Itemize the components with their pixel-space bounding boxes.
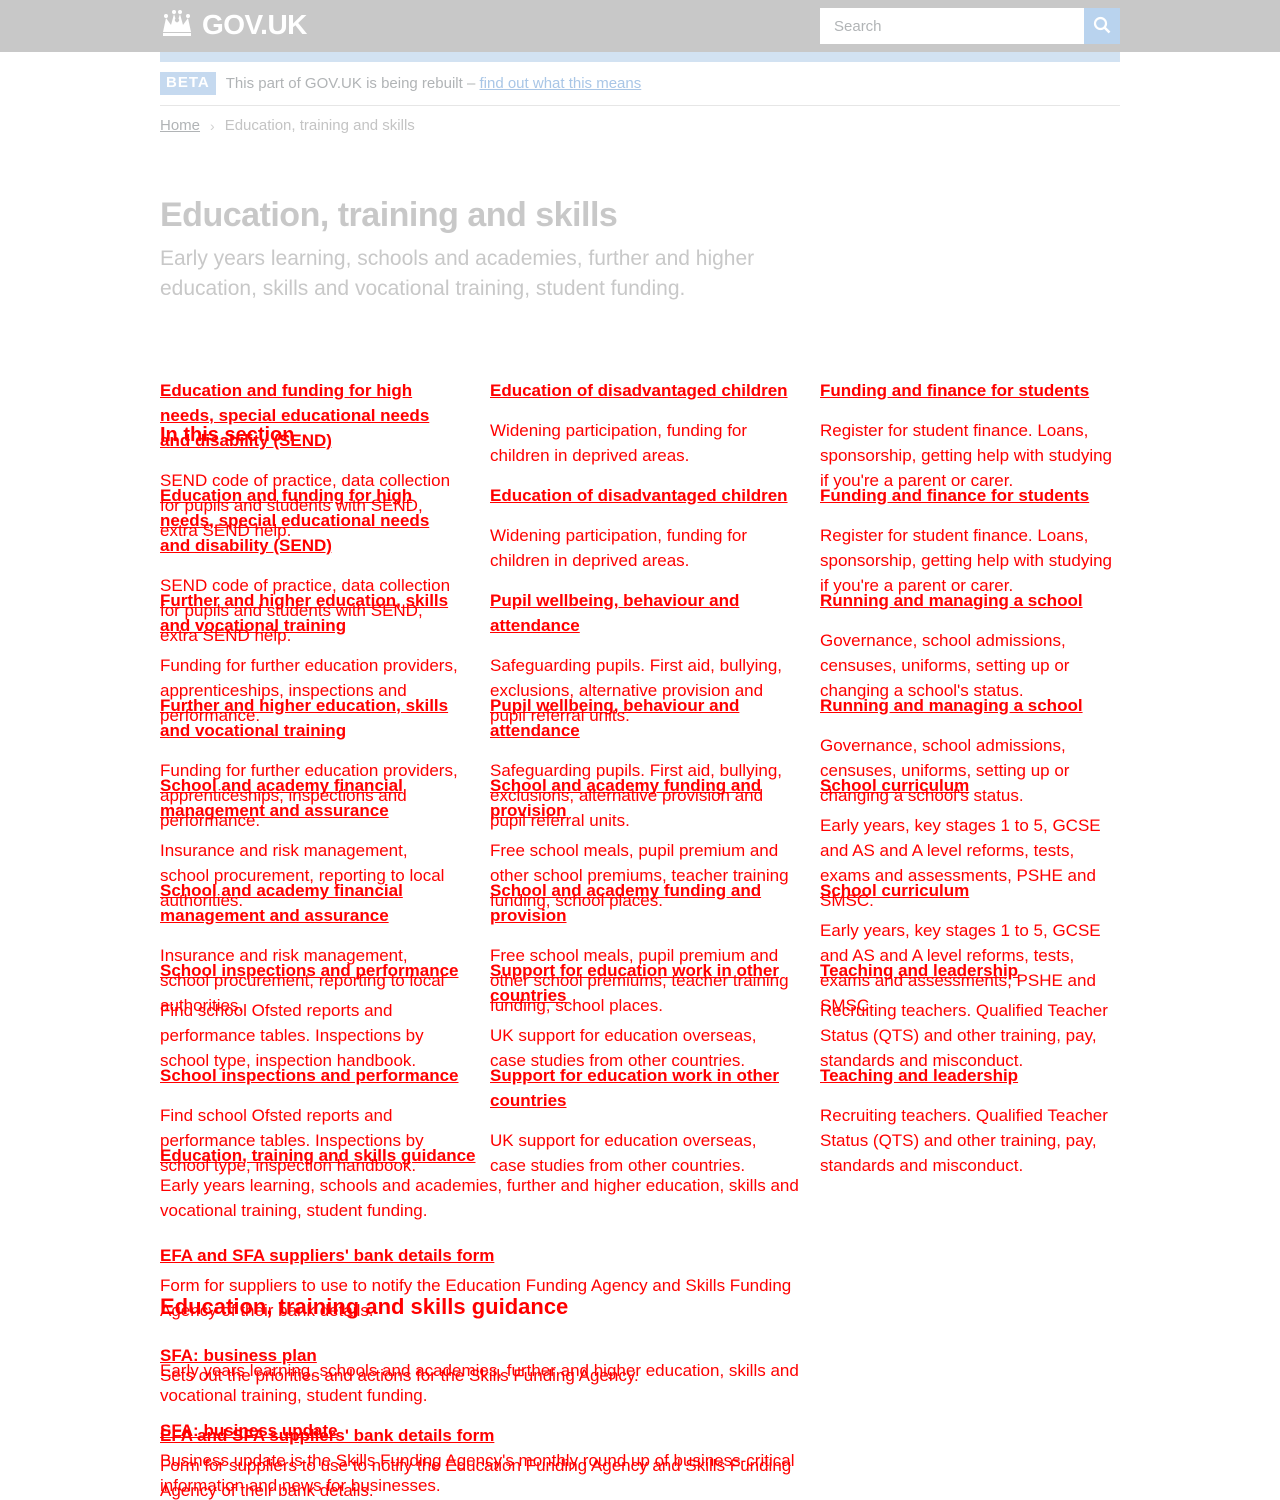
in-this-section-heading: In this section [160, 424, 295, 446]
topic-card: Education of disadvantaged children Wide… [490, 378, 790, 468]
guidance-item: Education, training and skills guidance … [160, 1143, 800, 1223]
search-form [820, 8, 1120, 44]
topic-card: Funding and finance for students Registe… [820, 483, 1120, 598]
topic-description: Governance, school admissions, censuses,… [820, 631, 1070, 700]
topic-link[interactable]: Pupil wellbeing, behaviour and attendanc… [490, 693, 790, 743]
beta-message: This part of GOV.UK is being rebuilt – f… [226, 72, 642, 96]
topic-link[interactable]: School and academy financial management … [160, 878, 460, 928]
guidance-heading: Education, training and skills guidance [160, 1294, 569, 1319]
topic-link[interactable]: Further and higher education, skills and… [160, 588, 460, 638]
topic-link[interactable]: School inspections and performance [160, 958, 460, 983]
topic-link[interactable]: Pupil wellbeing, behaviour and attendanc… [490, 588, 790, 638]
beta-info-link[interactable]: find out what this means [479, 75, 641, 92]
topic-link[interactable]: School and academy funding and provision [490, 773, 790, 823]
breadcrumb-home-link[interactable]: Home [160, 117, 200, 134]
topic-link[interactable]: Education and funding for high needs, sp… [160, 483, 460, 558]
guidance-link[interactable]: EFA and SFA suppliers' bank details form [160, 1423, 800, 1448]
guidance-description: Form for suppliers to use to notify the … [160, 1456, 792, 1500]
topic-link[interactable]: Running and managing a school [820, 588, 1120, 613]
topic-link[interactable]: Support for education work in other coun… [490, 958, 790, 1008]
topic-link[interactable]: Further and higher education, skills and… [160, 693, 460, 743]
topic-card: Support for education work in other coun… [490, 958, 790, 1073]
topic-description: Find school Ofsted reports and performan… [160, 1001, 424, 1070]
topic-card: Education of disadvantaged children Wide… [490, 483, 790, 573]
breadcrumb-current: Education, training and skills [224, 117, 415, 134]
topic-card: Teaching and leadership Recruiting teach… [820, 1063, 1120, 1178]
topic-description: Recruiting teachers. Qualified Teacher S… [820, 1001, 1108, 1070]
topic-card: School inspections and performance Find … [160, 958, 460, 1073]
topic-card: Funding and finance for students Registe… [820, 378, 1120, 493]
topic-link[interactable]: Support for education work in other coun… [490, 1063, 790, 1113]
topic-link[interactable]: Funding and finance for students [820, 483, 1120, 508]
topic-link[interactable]: Education of disadvantaged children [490, 483, 790, 508]
guidance-link[interactable]: EFA and SFA suppliers' bank details form [160, 1243, 800, 1268]
page-subtitle: Early years learning, schools and academ… [160, 247, 755, 300]
beta-banner: BETA This part of GOV.UK is being rebuil… [160, 72, 1120, 106]
guidance-description: Early years learning, schools and academ… [160, 1361, 799, 1405]
topic-link[interactable]: School and academy financial management … [160, 773, 460, 823]
beta-text: This part of GOV.UK is being rebuilt – [225, 75, 476, 92]
topic-link[interactable]: School and academy funding and provision [490, 878, 790, 928]
topic-link[interactable]: Teaching and leadership [820, 958, 1120, 983]
topic-link[interactable]: Funding and finance for students [820, 378, 1120, 403]
topic-link[interactable]: School curriculum [820, 878, 1120, 903]
guidance-item: Early years learning, schools and academ… [160, 1353, 800, 1408]
govuk-logo[interactable]: GOV.UK [160, 8, 307, 42]
page-title: Education, training and skills [160, 196, 618, 234]
guidance-description: Early years learning, schools and academ… [160, 1176, 799, 1220]
chevron-right-icon: › [210, 117, 215, 134]
topic-description: Widening participation, funding for chil… [490, 526, 748, 570]
logo-text: GOV.UK [202, 9, 307, 40]
beta-tag: BETA [160, 72, 216, 95]
site-header: GOV.UK [0, 0, 1280, 52]
topic-link[interactable]: Running and managing a school [820, 693, 1120, 718]
topic-card: Teaching and leadership Recruiting teach… [820, 958, 1120, 1073]
header-accent-bar [160, 52, 1120, 62]
search-button[interactable] [1084, 8, 1120, 44]
guidance-link[interactable]: Education, training and skills guidance [160, 1143, 800, 1168]
crown-icon [160, 8, 202, 43]
guidance-item: EFA and SFA suppliers' bank details form… [160, 1423, 800, 1500]
breadcrumb: Home › Education, training and skills [160, 117, 415, 134]
topic-link[interactable]: Education of disadvantaged children [490, 378, 790, 403]
topic-description: Register for student finance. Loans, spo… [820, 526, 1113, 595]
topic-description: Widening participation, funding for chil… [490, 421, 748, 465]
topic-link[interactable]: School inspections and performance [160, 1063, 460, 1088]
topic-description: Recruiting teachers. Qualified Teacher S… [820, 1106, 1108, 1175]
topic-link[interactable]: Teaching and leadership [820, 1063, 1120, 1088]
search-input[interactable] [820, 8, 1084, 44]
topic-link[interactable]: School curriculum [820, 773, 1120, 798]
search-icon [1093, 16, 1111, 37]
topic-card: Running and managing a school Governance… [820, 588, 1120, 703]
topic-description: Register for student finance. Loans, spo… [820, 421, 1113, 490]
